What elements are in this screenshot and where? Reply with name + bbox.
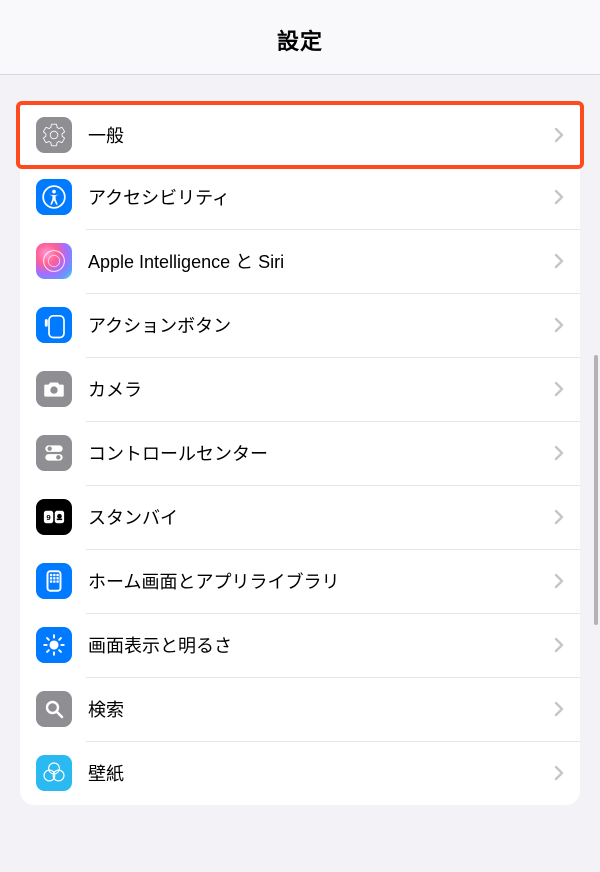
chevron-right-icon <box>554 127 564 143</box>
chevron-right-icon <box>554 509 564 525</box>
accessibility-icon <box>36 179 72 215</box>
apple-intelligence-icon <box>36 243 72 279</box>
header: 設定 <box>0 0 600 75</box>
standby-icon: 9 <box>36 499 72 535</box>
row-search[interactable]: 検索 <box>20 677 580 741</box>
camera-icon <box>36 371 72 407</box>
row-label: コントロールセンター <box>88 440 546 466</box>
row-label: アクセシビリティ <box>88 184 546 210</box>
chevron-right-icon <box>554 701 564 717</box>
home-screen-icon <box>36 563 72 599</box>
chevron-right-icon <box>554 381 564 397</box>
settings-container: 一般 アクセシビリティ <box>0 75 600 805</box>
control-center-icon <box>36 435 72 471</box>
row-label: 一般 <box>88 122 546 148</box>
row-label: 画面表示と明るさ <box>88 632 546 658</box>
row-camera[interactable]: カメラ <box>20 357 580 421</box>
row-label: Apple Intelligence と Siri <box>88 248 546 274</box>
general-icon <box>36 117 72 153</box>
row-accessibility[interactable]: アクセシビリティ <box>20 165 580 229</box>
row-action-button[interactable]: アクションボタン <box>20 293 580 357</box>
chevron-right-icon <box>554 253 564 269</box>
chevron-right-icon <box>554 445 564 461</box>
chevron-right-icon <box>554 317 564 333</box>
row-control-center[interactable]: コントロールセンター <box>20 421 580 485</box>
svg-text:9: 9 <box>46 513 51 522</box>
chevron-right-icon <box>554 189 564 205</box>
wallpaper-icon <box>36 755 72 791</box>
row-label: ホーム画面とアプリライブラリ <box>88 568 546 594</box>
row-apple-intelligence[interactable]: Apple Intelligence と Siri <box>20 229 580 293</box>
row-label: 壁紙 <box>88 760 546 786</box>
row-label: カメラ <box>88 376 546 402</box>
row-label: スタンバイ <box>88 504 546 530</box>
row-standby[interactable]: 9 スタンバイ <box>20 485 580 549</box>
action-button-icon <box>36 307 72 343</box>
chevron-right-icon <box>554 637 564 653</box>
page-title: 設定 <box>0 24 600 56</box>
row-label: 検索 <box>88 696 546 722</box>
scroll-indicator[interactable] <box>594 355 598 625</box>
settings-list: 一般 アクセシビリティ <box>20 101 580 805</box>
row-wallpaper[interactable]: 壁紙 <box>20 741 580 805</box>
row-home-screen[interactable]: ホーム画面とアプリライブラリ <box>20 549 580 613</box>
display-brightness-icon <box>36 627 72 663</box>
chevron-right-icon <box>554 573 564 589</box>
chevron-right-icon <box>554 765 564 781</box>
row-label: アクションボタン <box>88 312 546 338</box>
row-display-brightness[interactable]: 画面表示と明るさ <box>20 613 580 677</box>
row-general[interactable]: 一般 <box>16 101 584 169</box>
search-icon <box>36 691 72 727</box>
